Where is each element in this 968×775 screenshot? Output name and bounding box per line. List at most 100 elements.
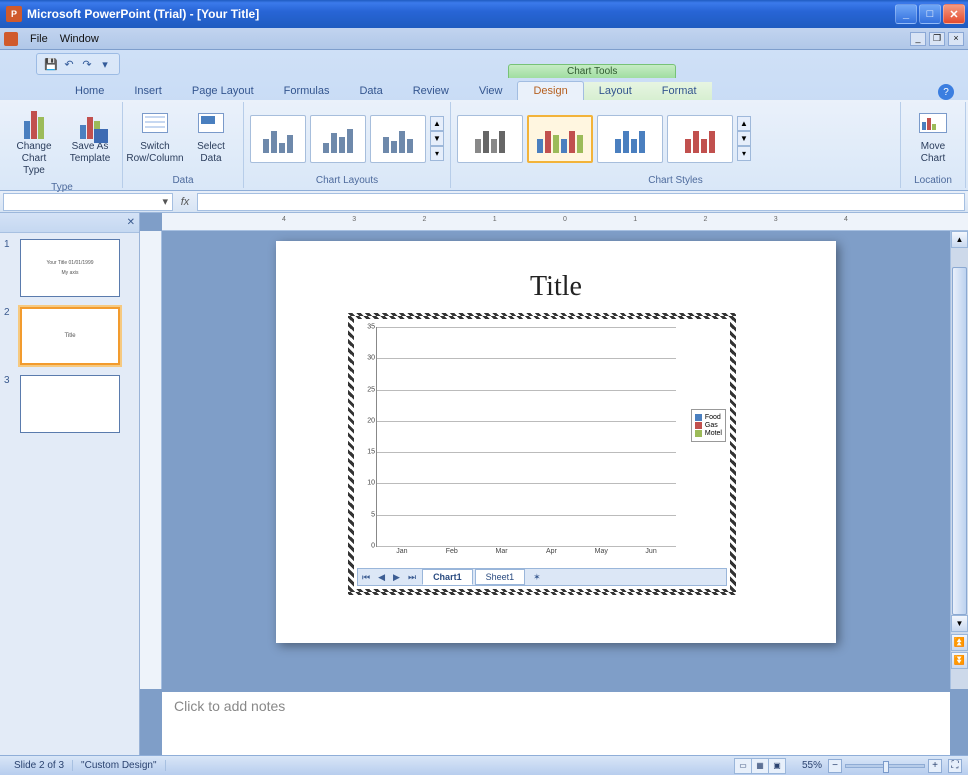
mdi-restore-button[interactable]: ❐ [929,32,945,46]
fit-to-window-icon[interactable]: ⛶ [948,759,962,773]
chart-selection-border[interactable]: 05101520253035JanFebMarAprMayJun FoodGas… [348,313,736,595]
zoom-label[interactable]: 55% [796,760,828,771]
status-bar: Slide 2 of 3 "Custom Design" ▭ ▦ ▣ 55% −… [0,755,968,775]
zoom-slider[interactable] [845,764,925,768]
layout-gallery-more-icon[interactable]: ▾ [430,146,444,161]
window-title: Microsoft PowerPoint (Trial) - [Your Tit… [27,7,895,21]
quick-access-toolbar: 💾 ↶ ↷ ▾ [36,53,120,75]
layout-gallery-up-icon[interactable]: ▲ [430,116,444,131]
formula-input[interactable] [197,193,965,211]
title-bar: P Microsoft PowerPoint (Trial) - [Your T… [0,0,968,28]
zoom-out-icon[interactable]: − [828,759,842,773]
chart-layout-3[interactable] [370,115,426,163]
scroll-thumb[interactable] [952,267,967,615]
chart-style-4[interactable] [667,115,733,163]
prev-slide-icon[interactable]: ⏫ [951,634,968,651]
menu-window[interactable]: Window [54,31,105,47]
slide-canvas[interactable]: Title 05101520253035JanFebMarAprMayJun F… [276,241,836,643]
save-as-template-button[interactable]: Save As Template [64,104,116,180]
mdi-close-button[interactable]: × [948,32,964,46]
menu-file[interactable]: File [24,31,54,47]
switch-row-column-button[interactable]: Switch Row/Column [129,104,181,173]
mdi-minimize-button[interactable]: _ [910,32,926,46]
tab-data[interactable]: Data [344,82,397,100]
sorter-view-icon[interactable]: ▦ [751,758,769,774]
slide-edit-area: 432101234 Title 05101520253035JanFebMarA… [140,213,968,755]
chart-layout-1[interactable] [250,115,306,163]
tab-layout[interactable]: Layout [584,82,647,100]
tab-insert[interactable]: Insert [119,82,177,100]
formula-bar: ▾ fx [0,191,968,213]
name-box[interactable]: ▾ [3,193,173,211]
slide-thumbnail-2[interactable]: Title [20,307,120,365]
close-button[interactable]: ✕ [943,4,965,24]
workspace: ✕ 1 Your Title 01/01/1999 My axis 2 Titl… [0,213,968,755]
sheet-tab-new-icon[interactable]: ✶ [529,572,545,583]
tab-review[interactable]: Review [398,82,464,100]
slide-thumbnail-1[interactable]: Your Title 01/01/1999 My axis [20,239,120,297]
style-gallery-down-icon[interactable]: ▼ [737,131,751,146]
slide-thumbnails-panel: ✕ 1 Your Title 01/01/1999 My axis 2 Titl… [0,213,140,755]
move-chart-button[interactable]: Move Chart [907,104,959,173]
fx-icon[interactable]: fx [173,196,197,208]
vertical-ruler [140,231,162,689]
chart-style-1[interactable] [457,115,523,163]
tab-view[interactable]: View [464,82,518,100]
save-icon[interactable]: 💾 [43,56,59,72]
chart-style-3[interactable] [597,115,663,163]
chart-style-2[interactable] [527,115,593,163]
vertical-scrollbar[interactable]: ▲ ▼ ⏫ ⏬ [950,231,968,689]
ribbon-tabs: Home Insert Page Layout Formulas Data Re… [0,78,968,100]
sheet-tab-chart1[interactable]: Chart1 [422,569,473,585]
tab-formulas[interactable]: Formulas [269,82,345,100]
design-name: "Custom Design" [73,760,165,771]
close-thumbnails-icon[interactable]: ✕ [127,217,135,228]
chart-layout-2[interactable] [310,115,366,163]
tab-home[interactable]: Home [60,82,119,100]
maximize-button[interactable]: □ [919,4,941,24]
contextual-tab-header: Chart Tools [508,46,676,78]
select-data-icon [195,107,227,139]
slide-thumbnail-3[interactable] [20,375,120,433]
slide-title-placeholder[interactable]: Title [276,271,836,303]
zoom-in-icon[interactable]: + [928,759,942,773]
chart-plot-area[interactable]: 05101520253035JanFebMarAprMayJun [376,327,676,547]
tab-format[interactable]: Format [647,82,712,100]
scroll-up-icon[interactable]: ▲ [951,231,968,248]
chart-legend[interactable]: FoodGasMotel [691,409,726,442]
change-chart-type-button[interactable]: Change Chart Type [8,104,60,180]
switch-icon [139,107,171,139]
chart-object[interactable]: 05101520253035JanFebMarAprMayJun FoodGas… [352,317,732,591]
undo-icon[interactable]: ↶ [61,56,77,72]
sheet-nav-last-icon[interactable]: ⏭ [404,572,420,583]
embedded-sheet-tabs: ⏮ ◀ ▶ ⏭ Chart1 Sheet1 ✶ [357,568,727,586]
name-box-dropdown-icon[interactable]: ▾ [162,195,168,208]
select-data-button[interactable]: Select Data [185,104,237,173]
layout-gallery-down-icon[interactable]: ▼ [430,131,444,146]
slideshow-view-icon[interactable]: ▣ [768,758,786,774]
ribbon-group-type: Change Chart Type Save As Template Type [2,102,123,188]
help-icon[interactable]: ? [938,84,954,100]
next-slide-icon[interactable]: ⏬ [951,652,968,669]
chart-type-icon [18,107,50,139]
template-icon [74,107,106,139]
sheet-tab-sheet1[interactable]: Sheet1 [475,569,526,585]
tab-page-layout[interactable]: Page Layout [177,82,269,100]
qat-customize-icon[interactable]: ▾ [97,56,113,72]
app-icon: P [6,6,22,22]
minimize-button[interactable]: _ [895,4,917,24]
tab-design[interactable]: Design [517,81,583,100]
sheet-nav-first-icon[interactable]: ⏮ [358,572,374,583]
redo-icon[interactable]: ↷ [79,56,95,72]
notes-pane[interactable]: Click to add notes [162,689,950,755]
horizontal-ruler: 432101234 [162,213,968,231]
ribbon-group-location: Move Chart Location [901,102,966,188]
scroll-down-icon[interactable]: ▼ [951,615,968,632]
normal-view-icon[interactable]: ▭ [734,758,752,774]
ribbon: 💾 ↶ ↷ ▾ Chart Tools Home Insert Page Lay… [0,50,968,191]
menu-bar: File Window _ ❐ × [0,28,968,50]
style-gallery-up-icon[interactable]: ▲ [737,116,751,131]
sheet-nav-prev-icon[interactable]: ◀ [374,572,389,583]
style-gallery-more-icon[interactable]: ▾ [737,146,751,161]
sheet-nav-next-icon[interactable]: ▶ [389,572,404,583]
